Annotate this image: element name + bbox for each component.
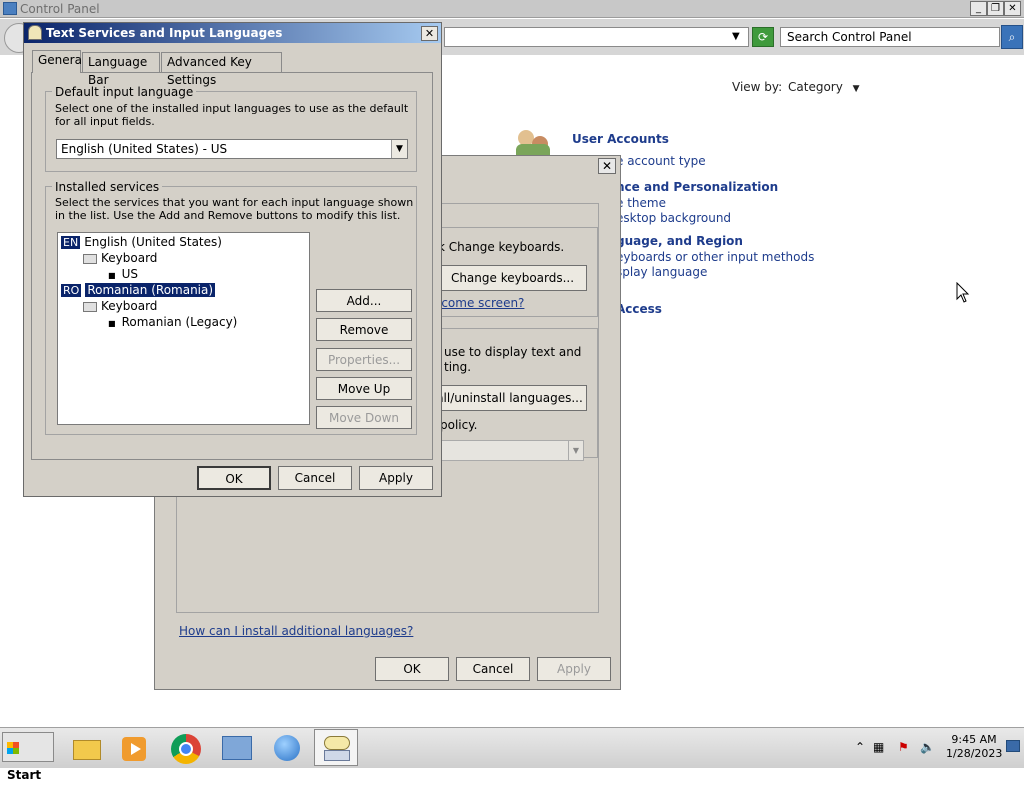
search-placeholder: Search Control Panel xyxy=(787,30,912,44)
user-accounts-icon xyxy=(516,130,552,158)
tree-node-romanian[interactable]: RO Romanian (Romania) xyxy=(61,283,216,297)
default-language-value: English (United States) - US xyxy=(61,142,228,156)
display-language-select[interactable]: ▼ xyxy=(438,440,584,461)
view-by-label: View by: xyxy=(732,80,783,94)
us-layout-label: US xyxy=(121,267,138,281)
windows-logo-icon xyxy=(7,741,19,754)
mouse-cursor-icon xyxy=(956,282,970,303)
installed-services-description: Select the services that you want for ea… xyxy=(55,196,414,222)
view-by-dropdown[interactable]: Category ▼ xyxy=(788,80,860,94)
region-cancel-button[interactable]: Cancel xyxy=(456,657,530,681)
tab-general[interactable]: General xyxy=(32,50,85,73)
search-icon[interactable]: ⌕ xyxy=(1001,25,1023,49)
view-by-value: Category xyxy=(788,80,843,94)
action-center-icon[interactable]: ⚑ xyxy=(898,740,909,754)
cancel-button[interactable]: Cancel xyxy=(278,466,352,490)
text-services-title: Text Services and Input Languages xyxy=(46,26,283,40)
tree-node-english[interactable]: EN English (United States) xyxy=(61,235,222,249)
install-languages-help-link[interactable]: How can I install additional languages? xyxy=(179,624,413,638)
text-services-close-button[interactable]: ✕ xyxy=(421,26,438,41)
display-text-line2: ting. xyxy=(444,360,472,374)
tree-node-us-layout[interactable]: ■ US xyxy=(108,267,138,281)
change-keyboards-button[interactable]: Change keyboards... xyxy=(438,265,587,291)
show-desktop-icon[interactable] xyxy=(1006,740,1020,752)
restore-button[interactable]: ❐ xyxy=(987,1,1004,16)
clock-time: 9:45 AM xyxy=(951,733,997,746)
control-panel-titlebar xyxy=(0,0,1024,18)
move-down-button[interactable]: Move Down xyxy=(316,406,412,429)
installed-services-group-label: Installed services xyxy=(52,180,163,194)
search-input[interactable]: Search Control Panel xyxy=(780,27,1000,47)
add-button[interactable]: Add... xyxy=(316,289,412,312)
install-uninstall-languages-button[interactable]: all/uninstall languages... xyxy=(432,385,587,411)
close-button[interactable]: ✕ xyxy=(1004,1,1021,16)
keyboard-icon xyxy=(83,301,97,312)
keyboard-app-icon xyxy=(28,25,42,40)
region-ok-button[interactable]: OK xyxy=(375,657,449,681)
change-keyboards-text: k Change keyboards. xyxy=(438,240,565,254)
clock-date: 1/28/2023 xyxy=(946,747,1003,760)
ro-badge: RO xyxy=(61,284,82,297)
bullet-icon: ■ xyxy=(108,319,116,328)
ro-legacy-layout-label: Romanian (Legacy) xyxy=(121,315,238,329)
welcome-screen-link[interactable]: lcome screen? xyxy=(438,296,524,310)
apply-button[interactable]: Apply xyxy=(359,466,433,490)
globe-icon[interactable] xyxy=(264,729,308,766)
address-field[interactable] xyxy=(444,27,749,47)
tree-node-ro-keyboard[interactable]: Keyboard xyxy=(83,299,157,313)
start-button[interactable]: Start xyxy=(2,732,54,782)
desktop-background-link[interactable]: esktop background xyxy=(616,211,731,225)
user-accounts-link[interactable]: User Accounts xyxy=(572,132,669,146)
romanian-label: Romanian (Romania) xyxy=(85,283,216,297)
appearance-link[interactable]: nce and Personalization xyxy=(616,180,778,194)
chevron-down-icon: ▼ xyxy=(852,84,860,94)
file-explorer-icon[interactable] xyxy=(64,729,108,766)
display-language-link[interactable]: splay language xyxy=(616,265,707,279)
change-theme-link[interactable]: e theme xyxy=(616,196,666,210)
start-label: Start xyxy=(7,768,42,782)
en-badge: EN xyxy=(61,236,81,249)
refresh-icon[interactable]: ⟳ xyxy=(752,27,774,47)
ro-keyboard-label: Keyboard xyxy=(101,299,158,313)
text-services-taskbar-icon[interactable] xyxy=(314,729,358,766)
chrome-icon[interactable] xyxy=(164,729,208,766)
english-label: English (United States) xyxy=(84,235,222,249)
ease-of-access-link[interactable]: Access xyxy=(616,302,662,316)
media-player-icon[interactable] xyxy=(112,729,156,766)
chevron-down-icon[interactable]: ▼ xyxy=(391,140,407,158)
display-text-line1: use to display text and xyxy=(444,345,582,359)
tab-language-bar[interactable]: Language Bar xyxy=(82,52,160,87)
region-dialog-close-button[interactable]: ✕ xyxy=(598,158,616,174)
control-panel-taskbar-icon[interactable] xyxy=(214,729,258,766)
volume-icon[interactable]: 🔈 xyxy=(920,740,935,754)
change-account-type-link[interactable]: e account type xyxy=(616,154,706,168)
ok-button[interactable]: OK xyxy=(197,466,271,490)
show-hidden-icons-icon[interactable]: ⌃ xyxy=(855,740,865,754)
region-apply-button[interactable]: Apply xyxy=(537,657,611,681)
default-language-description: Select one of the installed input langua… xyxy=(55,102,409,128)
chevron-down-icon: ▼ xyxy=(568,441,583,460)
tree-node-ro-legacy-layout[interactable]: ■ Romanian (Legacy) xyxy=(108,315,237,329)
default-language-group-label: Default input language xyxy=(52,85,197,99)
policy-text: policy. xyxy=(440,418,478,432)
control-panel-title: Control Panel xyxy=(20,2,100,16)
clock-language-region-link[interactable]: guage, and Region xyxy=(616,234,743,248)
services-tree[interactable]: EN English (United States) Keyboard ■ US R… xyxy=(57,232,310,425)
properties-button[interactable]: Properties... xyxy=(316,348,412,371)
move-up-button[interactable]: Move Up xyxy=(316,377,412,400)
network-icon[interactable]: ▦ xyxy=(873,740,884,754)
clock[interactable]: 9:45 AM 1/28/2023 xyxy=(946,733,1002,761)
tree-node-en-keyboard[interactable]: Keyboard xyxy=(83,251,157,265)
default-language-select[interactable]: English (United States) - US xyxy=(56,139,408,159)
control-panel-icon xyxy=(3,2,17,15)
address-dropdown-icon[interactable]: ▼ xyxy=(732,31,740,42)
en-keyboard-label: Keyboard xyxy=(101,251,158,265)
remove-button[interactable]: Remove xyxy=(316,318,412,341)
bullet-icon: ■ xyxy=(108,271,116,280)
change-keyboards-link[interactable]: eyboards or other input methods xyxy=(616,250,814,264)
minimize-button[interactable]: _ xyxy=(970,1,987,16)
tab-advanced-key-settings[interactable]: Advanced Key Settings xyxy=(161,52,282,87)
keyboard-icon xyxy=(83,253,97,264)
